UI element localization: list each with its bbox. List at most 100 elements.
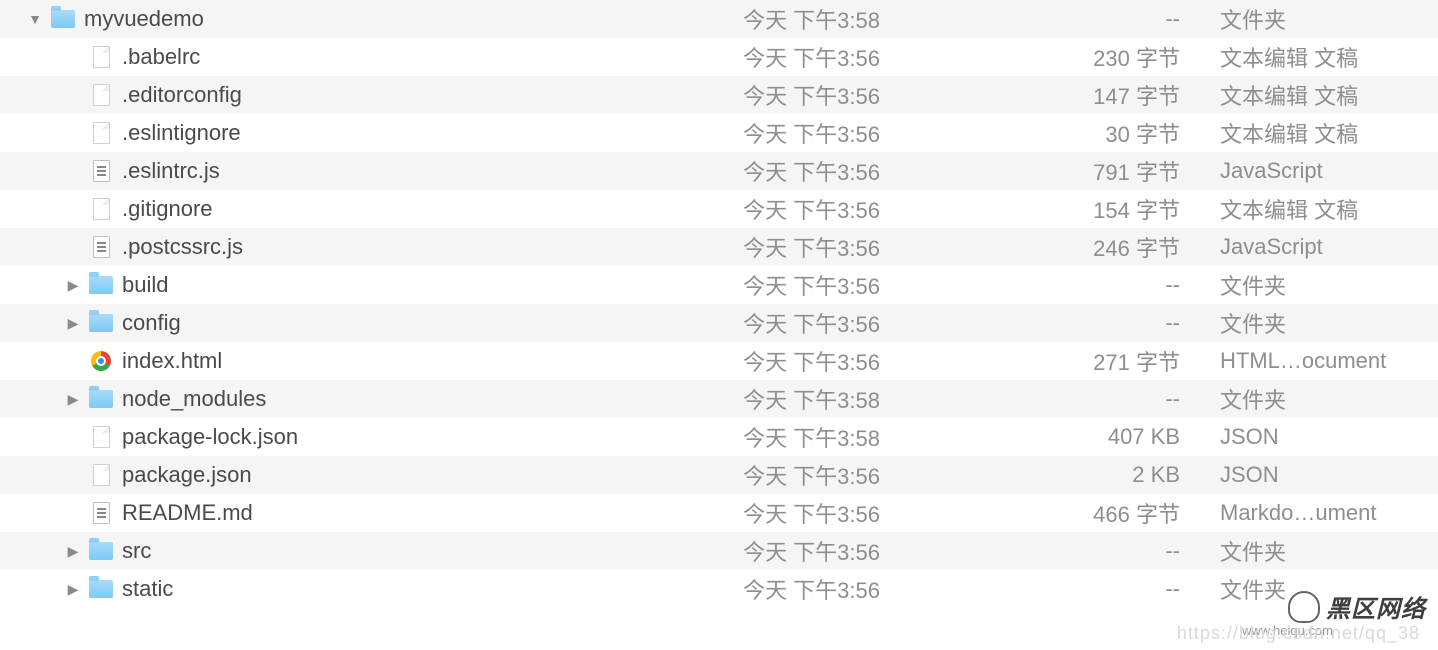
table-row[interactable]: ▼myvuedemo今天 下午3:58--文件夹 <box>0 0 1438 38</box>
disclosure-spacer <box>66 87 80 103</box>
chevron-right-icon[interactable]: ▶ <box>66 315 80 332</box>
table-row[interactable]: ▶ node_modules 今天 下午3:58--文件夹 <box>0 380 1438 418</box>
file-list: ▼myvuedemo今天 下午3:58--文件夹 .babelrc今天 下午3:… <box>0 0 1438 608</box>
disclosure-spacer <box>66 163 80 179</box>
chevron-down-icon[interactable]: ▼ <box>28 11 42 27</box>
name-cell: .editorconfig <box>20 82 700 108</box>
file-name: package-lock.json <box>122 424 298 450</box>
file-name: build <box>122 272 168 298</box>
size-cell: -- <box>900 386 1220 412</box>
date-cell: 今天 下午3:56 <box>700 231 900 263</box>
kind-cell: 文本编辑 文稿 <box>1220 193 1438 225</box>
folder-icon <box>88 272 114 298</box>
table-row[interactable]: ▶ config 今天 下午3:56--文件夹 <box>0 304 1438 342</box>
size-cell: 230 字节 <box>900 41 1220 73</box>
table-row[interactable]: .gitignore 今天 下午3:56154 字节文本编辑 文稿 <box>0 190 1438 228</box>
file-icon <box>88 44 114 70</box>
name-cell: .gitignore <box>20 196 700 222</box>
size-cell: 2 KB <box>900 462 1220 488</box>
disclosure-spacer <box>66 467 80 483</box>
md-file-icon <box>88 500 114 526</box>
file-name: .gitignore <box>122 196 213 222</box>
table-row[interactable]: package.json今天 下午3:562 KBJSON <box>0 456 1438 494</box>
file-name: index.html <box>122 348 222 374</box>
size-cell: 791 字节 <box>900 155 1220 187</box>
table-row[interactable]: .eslintrc.js今天 下午3:56791 字节JavaScript <box>0 152 1438 190</box>
disclosure-spacer <box>66 125 80 141</box>
disclosure-spacer <box>66 239 80 255</box>
date-cell: 今天 下午3:56 <box>700 307 900 339</box>
kind-cell: JavaScript <box>1220 158 1438 184</box>
file-name: .eslintignore <box>122 120 241 146</box>
file-name: package.json <box>122 462 252 488</box>
date-cell: 今天 下午3:56 <box>700 193 900 225</box>
table-row[interactable]: ▶static今天 下午3:56--文件夹 <box>0 570 1438 608</box>
size-cell: -- <box>900 6 1220 32</box>
file-name: static <box>122 576 173 602</box>
folder-icon <box>88 576 114 602</box>
kind-cell: 文件夹 <box>1220 383 1438 415</box>
folder-icon <box>88 310 114 336</box>
name-cell: ▶ build <box>20 272 700 298</box>
kind-cell: 文件夹 <box>1220 535 1438 567</box>
chevron-right-icon[interactable]: ▶ <box>66 581 80 598</box>
kind-cell: 文本编辑 文稿 <box>1220 41 1438 73</box>
kind-cell: 文件夹 <box>1220 307 1438 339</box>
name-cell: package-lock.json <box>20 424 700 450</box>
table-row[interactable]: .editorconfig今天 下午3:56147 字节文本编辑 文稿 <box>0 76 1438 114</box>
date-cell: 今天 下午3:56 <box>700 535 900 567</box>
watermark-faint: https://blog.csdn.net/qq_38 <box>1177 623 1420 644</box>
kind-cell: JSON <box>1220 424 1438 450</box>
watermark-logo: 黑区网络 <box>1288 589 1426 624</box>
file-name: .editorconfig <box>122 82 242 108</box>
disclosure-spacer <box>66 353 80 369</box>
kind-cell: 文件夹 <box>1220 269 1438 301</box>
size-cell: -- <box>900 310 1220 336</box>
table-row[interactable]: .babelrc今天 下午3:56230 字节文本编辑 文稿 <box>0 38 1438 76</box>
name-cell: .eslintignore <box>20 120 700 146</box>
file-name: config <box>122 310 181 336</box>
table-row[interactable]: package-lock.json今天 下午3:58407 KBJSON <box>0 418 1438 456</box>
file-name: .postcssrc.js <box>122 234 243 260</box>
table-row[interactable]: .postcssrc.js 今天 下午3:56246 字节JavaScript <box>0 228 1438 266</box>
file-icon <box>88 82 114 108</box>
disclosure-spacer <box>66 429 80 445</box>
table-row[interactable]: README.md今天 下午3:56466 字节Markdo…ument <box>0 494 1438 532</box>
name-cell: ▶src <box>20 538 700 564</box>
name-cell: ▶ node_modules <box>20 386 700 412</box>
chevron-right-icon[interactable]: ▶ <box>66 391 80 408</box>
date-cell: 今天 下午3:56 <box>700 41 900 73</box>
chrome-icon <box>88 348 114 374</box>
size-cell: 246 字节 <box>900 231 1220 263</box>
table-row[interactable]: index.html今天 下午3:56271 字节HTML…ocument <box>0 342 1438 380</box>
date-cell: 今天 下午3:56 <box>700 497 900 529</box>
size-cell: -- <box>900 576 1220 602</box>
name-cell: ▶ config <box>20 310 700 336</box>
file-icon <box>88 196 114 222</box>
name-cell: .eslintrc.js <box>20 158 700 184</box>
size-cell: -- <box>900 272 1220 298</box>
date-cell: 今天 下午3:58 <box>700 421 900 453</box>
name-cell: package.json <box>20 462 700 488</box>
name-cell: ▶ static <box>20 576 700 602</box>
kind-cell: JavaScript <box>1220 234 1438 260</box>
date-cell: 今天 下午3:56 <box>700 573 900 605</box>
folder-icon <box>88 538 114 564</box>
kind-cell: 文件夹 <box>1220 3 1438 35</box>
file-name: node_modules <box>122 386 266 412</box>
disclosure-spacer <box>66 201 80 217</box>
date-cell: 今天 下午3:58 <box>700 383 900 415</box>
date-cell: 今天 下午3:58 <box>700 3 900 35</box>
chevron-right-icon[interactable]: ▶ <box>66 543 80 560</box>
size-cell: 154 字节 <box>900 193 1220 225</box>
table-row[interactable]: ▶src今天 下午3:56--文件夹 <box>0 532 1438 570</box>
date-cell: 今天 下午3:56 <box>700 345 900 377</box>
name-cell: .postcssrc.js <box>20 234 700 260</box>
table-row[interactable]: .eslintignore今天 下午3:5630 字节文本编辑 文稿 <box>0 114 1438 152</box>
folder-icon <box>50 6 76 32</box>
kind-cell: HTML…ocument <box>1220 348 1438 374</box>
folder-icon <box>88 386 114 412</box>
table-row[interactable]: ▶build今天 下午3:56--文件夹 <box>0 266 1438 304</box>
chevron-right-icon[interactable]: ▶ <box>66 277 80 294</box>
kind-cell: 文本编辑 文稿 <box>1220 117 1438 149</box>
